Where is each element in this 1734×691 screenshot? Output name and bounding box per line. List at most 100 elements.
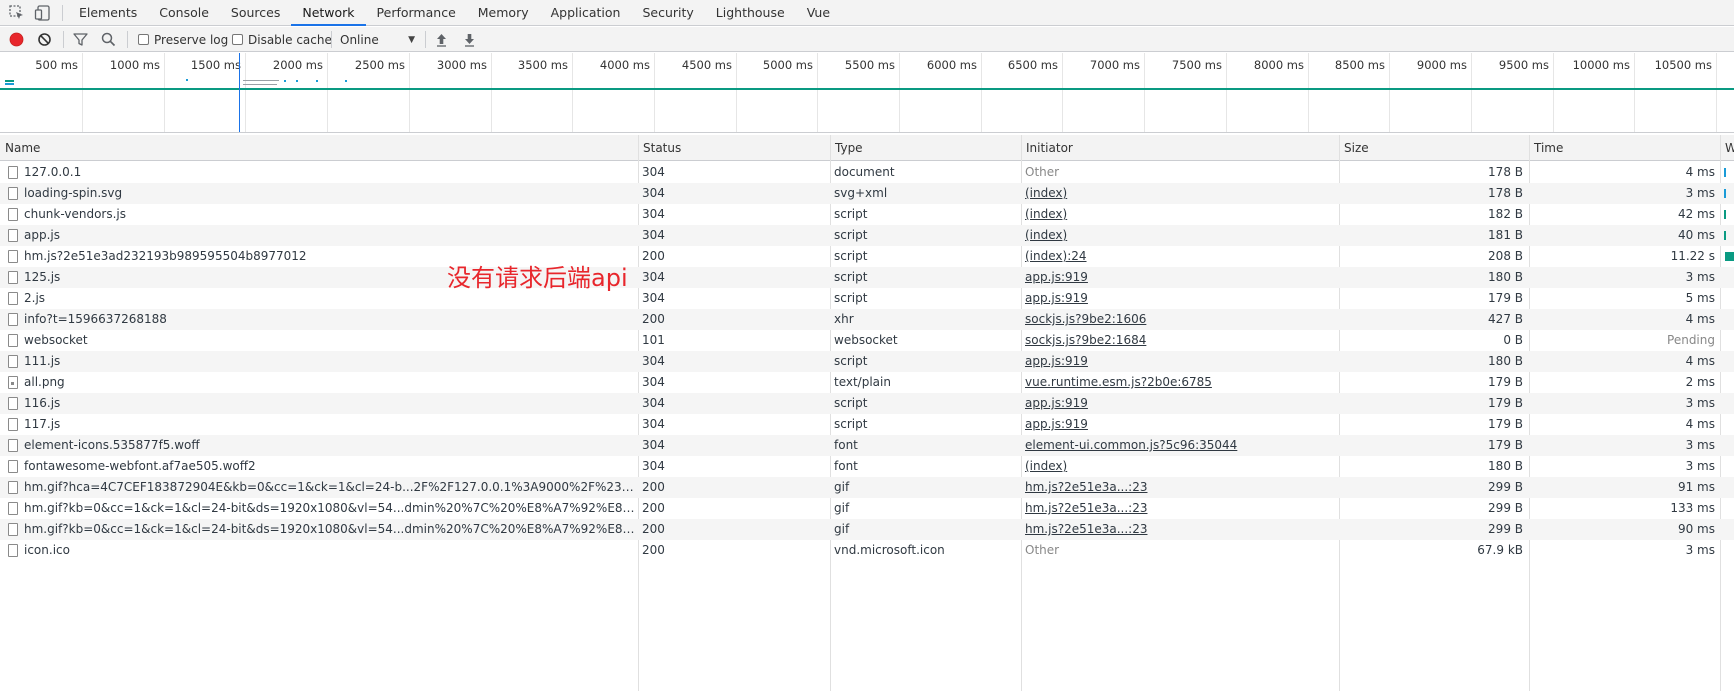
request-initiator[interactable]: app.js:919 bbox=[1025, 267, 1335, 288]
request-type: svg+xml bbox=[834, 186, 888, 200]
column-header-status[interactable]: Status bbox=[638, 135, 830, 161]
table-row[interactable]: 2.js 304 script app.js:919 179 B5 ms bbox=[0, 288, 1734, 309]
table-row[interactable]: hm.gif?kb=0&cc=1&ck=1&cl=24-bit&ds=1920x… bbox=[0, 498, 1734, 519]
table-body: 127.0.0.1 304 document Other 178 B 4 ms loadin… bbox=[0, 162, 1734, 561]
column-header-name[interactable]: Name bbox=[0, 135, 638, 161]
tab-sources[interactable]: Sources bbox=[220, 0, 291, 26]
table-row[interactable]: loading-spin.svg 304 svg+xml (index) 178 B 3 … bbox=[0, 183, 1734, 204]
overview-request-bar bbox=[296, 80, 298, 82]
request-initiator[interactable]: sockjs.js?9be2:1606 bbox=[1025, 309, 1335, 330]
table-row[interactable]: 127.0.0.1 304 document Other 178 B 4 ms bbox=[0, 162, 1734, 183]
table-row[interactable]: fontawesome-webfont.af7ae505.woff2 304 fon… bbox=[0, 456, 1734, 477]
tab-security[interactable]: Security bbox=[631, 0, 704, 26]
toolbar-divider bbox=[127, 31, 128, 48]
request-time: 91 ms bbox=[1677, 480, 1715, 494]
table-row[interactable]: 117.js 304 script app.js:919 179 B 4 ms bbox=[0, 414, 1734, 435]
table-row[interactable]: websocket 101 websocket sockjs.js?9be2:1684… bbox=[0, 330, 1734, 351]
request-initiator[interactable]: app.js:919 bbox=[1025, 414, 1335, 435]
table-row[interactable]: icon.ico 200 vnd.microsoft.icon Other 67.9 k… bbox=[0, 540, 1734, 561]
overview-time-label: 10000 ms bbox=[1572, 58, 1630, 72]
network-overview[interactable]: 500 ms 1000 ms 1500 ms 2000 ms 2500 ms 3000 m… bbox=[0, 53, 1734, 133]
request-initiator[interactable]: element-ui.common.js?5c96:35044 bbox=[1025, 435, 1335, 456]
table-row[interactable]: app.js 304 script (index) 181 B 40 ms bbox=[0, 225, 1734, 246]
toolbar-divider bbox=[63, 31, 64, 48]
image-icon bbox=[8, 376, 18, 389]
overview-time-label: 1500 ms bbox=[190, 58, 241, 72]
request-initiator[interactable]: sockjs.js?9be2:1684 bbox=[1025, 330, 1335, 351]
request-time: 40 ms bbox=[1677, 228, 1715, 242]
tab-memory[interactable]: Memory bbox=[467, 0, 540, 26]
request-type: vnd.microsoft.icon bbox=[834, 543, 945, 557]
request-initiator[interactable]: hm.js?2e51e3a...:23 bbox=[1025, 477, 1335, 498]
table-row[interactable]: element-icons.535877f5.woff 304 font elemen… bbox=[0, 435, 1734, 456]
preserve-log-checkbox[interactable]: Preserve log bbox=[138, 31, 228, 48]
tab-application[interactable]: Application bbox=[540, 0, 632, 26]
request-initiator[interactable]: (index) bbox=[1025, 204, 1335, 225]
request-initiator: Other bbox=[1025, 543, 1060, 557]
request-initiator[interactable]: (index) bbox=[1025, 183, 1335, 204]
request-initiator[interactable]: (index) bbox=[1025, 225, 1335, 246]
column-header-waterfall[interactable]: W bbox=[1720, 135, 1734, 161]
requests-table: Name Status Type Initiator Size Time W 1… bbox=[0, 135, 1734, 691]
request-initiator[interactable]: hm.js?2e51e3a...:23 bbox=[1025, 498, 1335, 519]
request-initiator[interactable]: (index):24 bbox=[1025, 246, 1335, 267]
clear-icon[interactable] bbox=[36, 31, 53, 48]
request-status: 200 bbox=[642, 522, 665, 536]
overview-time-label: 2500 ms bbox=[354, 58, 405, 72]
table-row[interactable]: 111.js 304 script app.js:919 180 B 4 ms bbox=[0, 351, 1734, 372]
tab-performance[interactable]: Performance bbox=[366, 0, 467, 26]
request-initiator[interactable]: app.js:919 bbox=[1025, 393, 1335, 414]
checkbox-box[interactable] bbox=[232, 34, 243, 45]
overview-cursor[interactable] bbox=[239, 53, 240, 132]
overview-time-label: 9000 ms bbox=[1416, 58, 1467, 72]
overview-request-bar bbox=[5, 83, 14, 85]
request-size: 179 B bbox=[1488, 417, 1523, 431]
record-icon[interactable] bbox=[8, 31, 25, 48]
request-initiator[interactable]: hm.js?2e51e3a...:23 bbox=[1025, 519, 1335, 540]
tab-vue[interactable]: Vue bbox=[796, 0, 841, 26]
search-icon[interactable] bbox=[100, 31, 117, 48]
table-row[interactable]: 125.js 304 script app.js:919 180 B3 ms bbox=[0, 267, 1734, 288]
import-har-icon[interactable] bbox=[434, 31, 449, 48]
request-type: script bbox=[834, 417, 868, 431]
tab-console[interactable]: Console bbox=[148, 0, 220, 26]
request-time: Pending bbox=[1667, 333, 1715, 347]
tab-network[interactable]: Network bbox=[291, 0, 366, 26]
checkbox-box[interactable] bbox=[138, 34, 149, 45]
column-header-time[interactable]: Time bbox=[1529, 135, 1720, 161]
table-row[interactable]: hm.gif?hca=4C7CEF183872904E&kb=0&cc=1&ck… bbox=[0, 477, 1734, 498]
request-time: 4 ms bbox=[1685, 354, 1715, 368]
waterfall-bar bbox=[1724, 168, 1726, 177]
filter-icon[interactable] bbox=[72, 31, 89, 48]
request-initiator[interactable]: app.js:919 bbox=[1025, 288, 1335, 309]
request-size: 67.9 kB bbox=[1477, 543, 1523, 557]
devtools-tab-bar: Elements Console Sources Network Performance… bbox=[0, 0, 1734, 26]
request-time: 90 ms bbox=[1677, 522, 1715, 536]
inspect-element-icon[interactable] bbox=[8, 4, 26, 22]
toolbar-divider bbox=[425, 31, 426, 48]
table-row[interactable]: hm.gif?kb=0&cc=1&ck=1&cl=24-bit&ds=1920x… bbox=[0, 519, 1734, 540]
table-row[interactable]: info?t=1596637268188 200 xhr sockjs.js?9be2… bbox=[0, 309, 1734, 330]
request-name: hm.gif?kb=0&cc=1&ck=1&cl=24-bit&ds=1920x… bbox=[24, 501, 636, 515]
overview-time-label: 6000 ms bbox=[926, 58, 977, 72]
column-header-size[interactable]: Size bbox=[1339, 135, 1529, 161]
throttling-select[interactable]: Online ▼ bbox=[340, 31, 415, 48]
table-row[interactable]: chunk-vendors.js 304 script (index) 182 B 42 … bbox=[0, 204, 1734, 225]
table-row[interactable]: 116.js 304 script app.js:919 179 B 3 ms bbox=[0, 393, 1734, 414]
column-header-initiator[interactable]: Initiator bbox=[1021, 135, 1339, 161]
tab-elements[interactable]: Elements bbox=[68, 0, 148, 26]
document-icon bbox=[8, 292, 18, 305]
column-header-type[interactable]: Type bbox=[830, 135, 1021, 161]
table-row[interactable]: all.png 304 text/plain vue.runtime.esm.js?2… bbox=[0, 372, 1734, 393]
request-status: 304 bbox=[642, 438, 665, 452]
device-toolbar-icon[interactable] bbox=[34, 4, 52, 22]
disable-cache-checkbox[interactable]: Disable cache bbox=[232, 31, 332, 48]
request-initiator[interactable]: (index) bbox=[1025, 456, 1335, 477]
waterfall-bar bbox=[1724, 210, 1726, 219]
request-initiator[interactable]: app.js:919 bbox=[1025, 351, 1335, 372]
table-row[interactable]: hm.js?2e51e3ad232193b989595504b8977012 20… bbox=[0, 246, 1734, 267]
request-initiator[interactable]: vue.runtime.esm.js?2b0e:6785 bbox=[1025, 372, 1335, 393]
request-status: 304 bbox=[642, 417, 665, 431]
tab-lighthouse[interactable]: Lighthouse bbox=[705, 0, 796, 26]
export-har-icon[interactable] bbox=[462, 31, 477, 48]
